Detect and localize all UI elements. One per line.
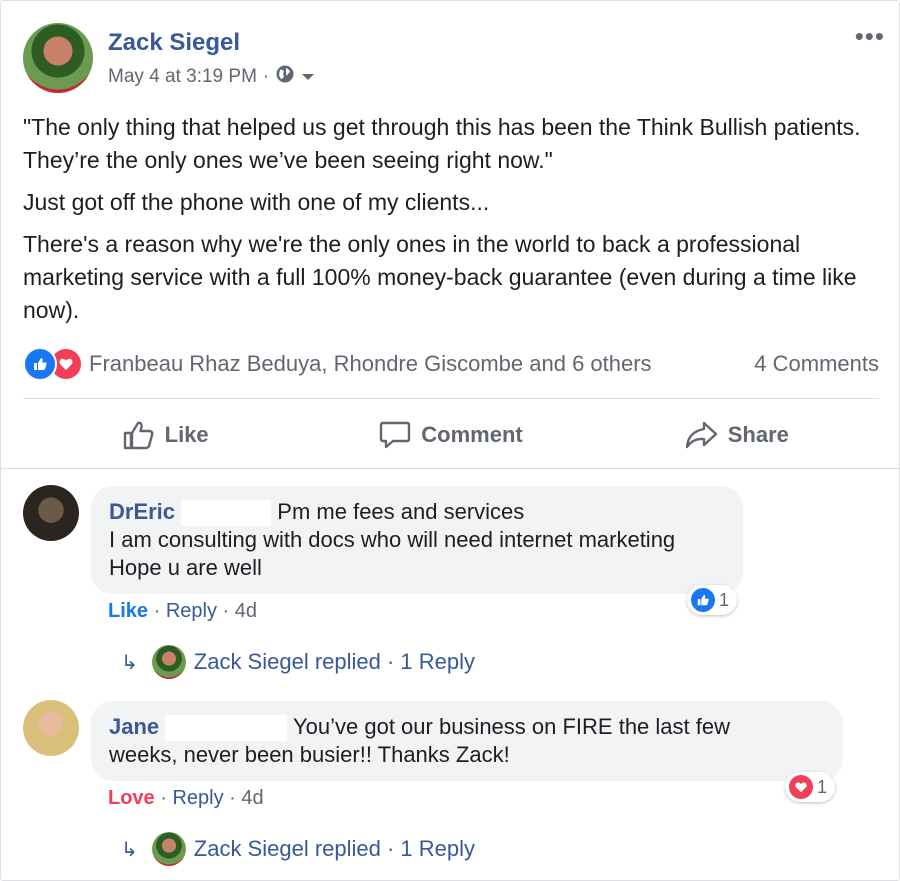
author-avatar[interactable] [23, 23, 93, 93]
comment-button-label: Comment [421, 422, 523, 447]
comments-count[interactable]: 4 Comments [754, 351, 879, 377]
post-body: "The only thing that helped us get throu… [23, 111, 883, 336]
comment-button[interactable]: Comment [308, 411, 593, 459]
meta-separator: · [262, 66, 270, 87]
reply-arrow-icon: ↳ [121, 651, 138, 674]
like-button[interactable]: Like [23, 411, 308, 459]
comment-text: Hope u are well [109, 555, 262, 581]
commenter-avatar[interactable] [23, 700, 79, 756]
comment-line: Jane You’ve got our business on FIRE the… [109, 713, 825, 742]
comment-bubble: DrEric Pm me fees and services I am cons… [91, 486, 743, 594]
reaction-count: 1 [817, 776, 828, 797]
comment-bubble: Jane You’ve got our business on FIRE the… [91, 701, 843, 781]
comment-line: DrEric Pm me fees and services [109, 498, 725, 527]
comment-reaction-badge[interactable]: 1 [687, 585, 738, 615]
comment-reply-link[interactable]: Reply [166, 600, 217, 622]
comment-age[interactable]: 4d [241, 787, 263, 809]
post-paragraph: Just got off the phone with one of my cl… [23, 189, 490, 215]
comment-text: Pm me fees and services [277, 499, 525, 524]
comment-love-link[interactable]: Love [108, 787, 155, 809]
dot-separator: · [229, 787, 242, 809]
comment-text: I am consulting with docs who will need … [109, 527, 676, 553]
reactions-summary: Franbeau Rhaz Beduya, Rhondre Giscombe a… [23, 347, 879, 381]
redacted-surname [181, 500, 272, 527]
globe-icon[interactable] [275, 64, 295, 90]
commenter-avatar[interactable] [23, 485, 79, 541]
post-paragraph: There's a reason why we're the only ones… [23, 231, 857, 323]
share-button-label: Share [727, 422, 789, 447]
replier-avatar [151, 832, 186, 866]
comment-actions: Like · Reply · 4d [108, 600, 257, 623]
share-button[interactable]: Share [594, 411, 879, 459]
post-meta: May 4 at 3:19 PM · [108, 64, 315, 90]
reactors-names[interactable]: Franbeau Rhaz Beduya, Rhondre Giscombe a… [89, 351, 652, 377]
divider [1, 468, 899, 469]
comment-text: You’ve got our business on FIRE the last… [293, 714, 730, 739]
reply-arrow-icon: ↳ [121, 838, 138, 861]
speech-bubble-icon [380, 421, 411, 449]
thumbs-up-icon [123, 421, 154, 450]
comment-age[interactable]: 4d [235, 600, 257, 622]
commenter-name[interactable]: Jane [109, 714, 159, 739]
like-button-label: Like [164, 422, 209, 447]
comment-actions: Love · Reply · 4d [108, 787, 264, 810]
dot-separator: · [153, 600, 166, 622]
post-action-bar: Like Comment Share [23, 411, 879, 459]
replied-text: Zack Siegel replied · 1 Reply [193, 836, 476, 861]
view-replies-link[interactable]: ↳ Zack Siegel replied · 1 Reply [121, 645, 475, 679]
comment-text: weeks, never been busier!! Thanks Zack! [109, 742, 510, 768]
dot-separator: · [222, 600, 235, 622]
share-arrow-icon [685, 421, 717, 449]
comment-like-link[interactable]: Like [108, 600, 148, 622]
redacted-surname [165, 715, 288, 742]
post-paragraph: "The only thing that helped us get throu… [23, 114, 861, 173]
more-options-icon[interactable]: ••• [855, 21, 885, 52]
dot-separator: · [160, 787, 173, 809]
like-reaction-icon [691, 588, 715, 612]
replier-avatar [151, 645, 186, 679]
audience-dropdown-icon[interactable] [301, 66, 315, 88]
reaction-count: 1 [719, 589, 730, 610]
post-timestamp[interactable]: May 4 at 3:19 PM [108, 66, 257, 88]
comment-reaction-badge[interactable]: 1 [785, 772, 836, 802]
view-replies-link[interactable]: ↳ Zack Siegel replied · 1 Reply [121, 832, 475, 866]
post-card: Zack Siegel May 4 at 3:19 PM · ••• "The … [0, 0, 900, 881]
divider [23, 398, 879, 399]
post-author-name[interactable]: Zack Siegel [108, 29, 240, 57]
commenter-name[interactable]: DrEric [109, 499, 175, 524]
love-reaction-icon [789, 775, 813, 799]
like-reaction-icon[interactable] [23, 347, 57, 381]
replied-text: Zack Siegel replied · 1 Reply [193, 649, 476, 674]
comment-reply-link[interactable]: Reply [172, 787, 223, 809]
